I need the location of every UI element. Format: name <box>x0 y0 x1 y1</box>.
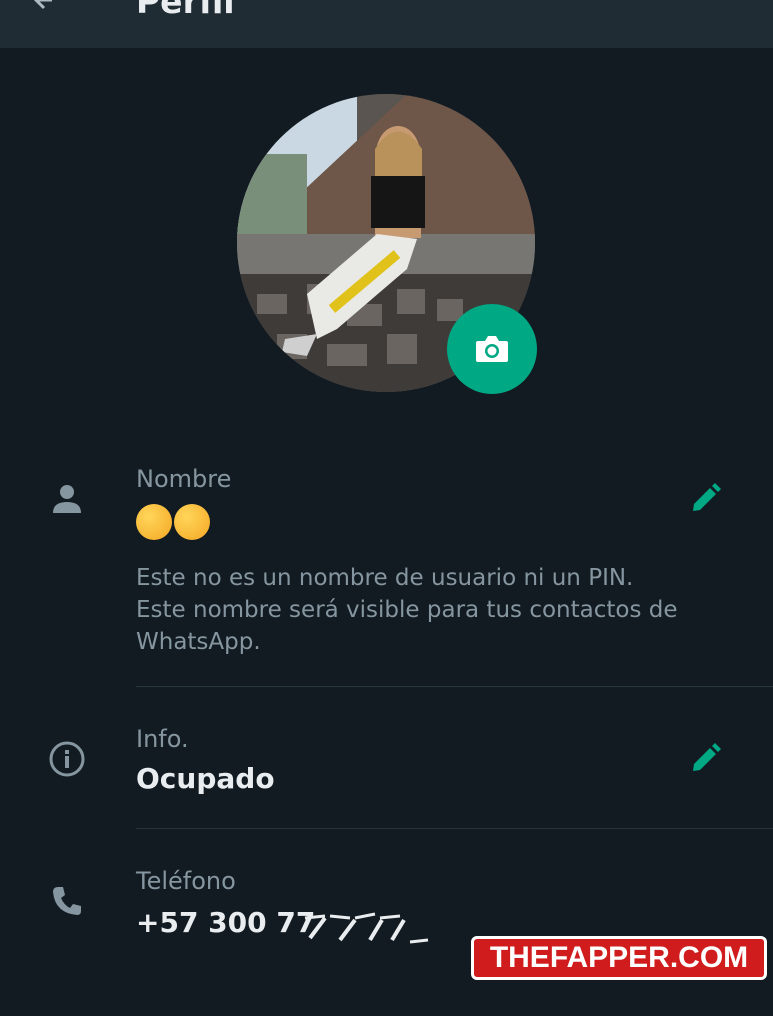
pencil-icon[interactable] <box>688 742 722 776</box>
camera-icon <box>476 336 508 362</box>
name-description: Este no es un nombre de usuario ni un PI… <box>136 562 736 658</box>
change-photo-button[interactable] <box>447 304 537 394</box>
phone-icon <box>53 887 81 915</box>
kiss-emoji-icon <box>174 504 210 540</box>
description-line: Este nombre será visible para tus contac… <box>136 597 678 623</box>
pencil-icon[interactable] <box>688 482 722 516</box>
name-value[interactable] <box>136 504 210 540</box>
divider <box>136 828 773 829</box>
name-label: Nombre <box>136 465 232 493</box>
watermark: THEFAPPER.COM <box>471 936 767 980</box>
redaction-scribble <box>304 912 429 944</box>
arrow-back-icon[interactable] <box>30 0 60 16</box>
divider <box>136 686 773 687</box>
faint-overlay-text <box>270 978 280 1016</box>
description-line: Este no es un nombre de usuario ni un PI… <box>136 565 634 591</box>
kiss-emoji-icon <box>136 504 172 540</box>
info-icon <box>49 741 85 777</box>
info-value[interactable]: Ocupado <box>136 762 275 796</box>
description-line: WhatsApp. <box>136 629 261 655</box>
profile-photo-area <box>237 94 537 394</box>
page-title: Perfil <box>136 0 235 21</box>
person-icon <box>53 485 81 513</box>
info-label: Info. <box>136 725 189 753</box>
phone-value: +57 300 77 <box>136 906 316 939</box>
app-bar: Perfil <box>0 0 773 48</box>
phone-label: Teléfono <box>136 867 236 895</box>
